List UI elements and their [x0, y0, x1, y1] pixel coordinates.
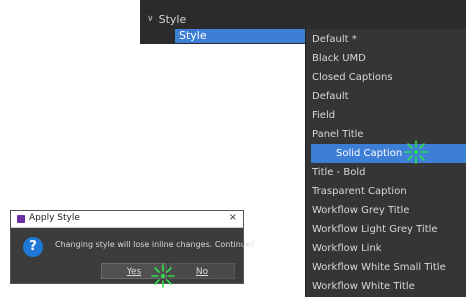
chevron-down-icon[interactable]: ∨ — [147, 14, 154, 24]
style-section-label: Style — [158, 12, 187, 26]
dropdown-option[interactable]: Panel Title — [306, 125, 466, 144]
dropdown-option[interactable]: Closed Captions — [306, 68, 466, 87]
dropdown-option[interactable]: Workflow Link — [306, 239, 466, 258]
dropdown-option[interactable]: Default — [306, 87, 466, 106]
dropdown-option-selected[interactable]: Solid Caption — [311, 144, 466, 163]
style-dropdown-list: Default * Black UMD Closed Captions Defa… — [305, 29, 466, 297]
dropdown-option[interactable]: Default * — [306, 30, 466, 49]
dropdown-option[interactable]: Workflow Light Grey Title — [306, 220, 466, 239]
style-dropdown-field[interactable]: Style — [175, 29, 307, 43]
dropdown-option[interactable]: Workflow Grey Title — [306, 201, 466, 220]
apply-style-dialog: Apply Style × ? Changing style will lose… — [10, 210, 255, 284]
question-icon: ? — [23, 237, 43, 257]
dropdown-option[interactable]: Field — [306, 106, 466, 125]
dialog-titlebar[interactable]: Apply Style × — [11, 211, 243, 228]
click-marker-icon — [404, 140, 428, 164]
dropdown-option[interactable]: Title - Bold — [306, 163, 466, 182]
style-section-header[interactable]: ∨ Style — [147, 12, 186, 26]
close-icon[interactable]: × — [229, 212, 237, 223]
dropdown-option[interactable]: Black UMD — [306, 49, 466, 68]
dialog-message: Changing style will lose inline changes.… — [55, 240, 256, 249]
dropdown-option[interactable]: Workflow White Small Title — [306, 258, 466, 277]
dropdown-option[interactable]: Trasparent Caption — [306, 182, 466, 201]
dialog-title: Apply Style — [29, 213, 80, 223]
no-button[interactable]: No — [169, 263, 235, 279]
dropdown-option[interactable]: Workflow White Title — [306, 277, 466, 296]
app-icon — [17, 215, 25, 223]
click-marker-icon — [151, 264, 175, 288]
